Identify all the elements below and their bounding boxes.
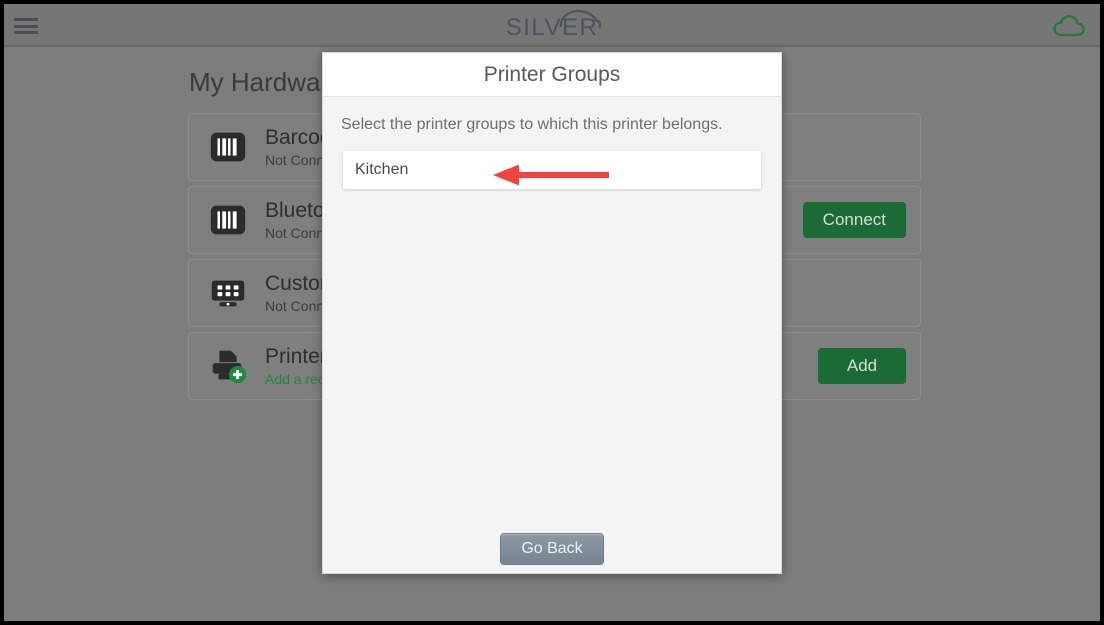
hamburger-line — [14, 31, 38, 34]
app-logo: SILVER — [505, 9, 601, 42]
barcode-scanner-icon — [205, 197, 251, 243]
cloud-glyph — [1053, 15, 1085, 37]
hardware-action-slot: Add — [818, 348, 906, 384]
barcode-scanner-icon — [205, 124, 251, 170]
dialog-footer: Go Back — [323, 533, 781, 565]
printer-glyph — [212, 350, 247, 384]
annotation-arrow-left-icon — [493, 164, 609, 186]
app-screen: SILVER My Hardware Barcode Not Connected… — [0, 0, 1104, 625]
top-app-bar: SILVER — [4, 4, 1100, 47]
dialog-header: Printer Groups — [323, 53, 781, 97]
dialog-body: Select the printer groups to which this … — [323, 97, 781, 573]
barcode-glyph — [210, 205, 246, 235]
printer-group-item-kitchen[interactable]: Kitchen — [343, 151, 761, 189]
page-title: My Hardware — [189, 67, 344, 97]
add-printer-button[interactable]: Add — [818, 348, 906, 384]
hardware-action-slot: Connect — [802, 202, 906, 238]
hamburger-menu-icon[interactable] — [14, 16, 40, 36]
hamburger-line — [14, 18, 38, 21]
printer-group-list: Kitchen — [343, 151, 761, 189]
barcode-glyph — [210, 132, 246, 162]
customer-display-icon — [205, 270, 251, 316]
dialog-title: Printer Groups — [483, 62, 621, 86]
printer-groups-dialog: Printer Groups Select the printer groups… — [322, 52, 782, 574]
cloud-icon[interactable] — [1052, 12, 1086, 40]
app-logo-text: SILVER — [505, 14, 599, 41]
printer-group-label: Kitchen — [355, 161, 409, 178]
hamburger-line — [14, 24, 38, 28]
go-back-button[interactable]: Go Back — [500, 533, 604, 565]
display-glyph — [211, 280, 245, 307]
connect-button[interactable]: Connect — [802, 202, 906, 238]
dialog-instruction: Select the printer groups to which this … — [341, 116, 723, 133]
add-printer-icon — [205, 343, 251, 389]
